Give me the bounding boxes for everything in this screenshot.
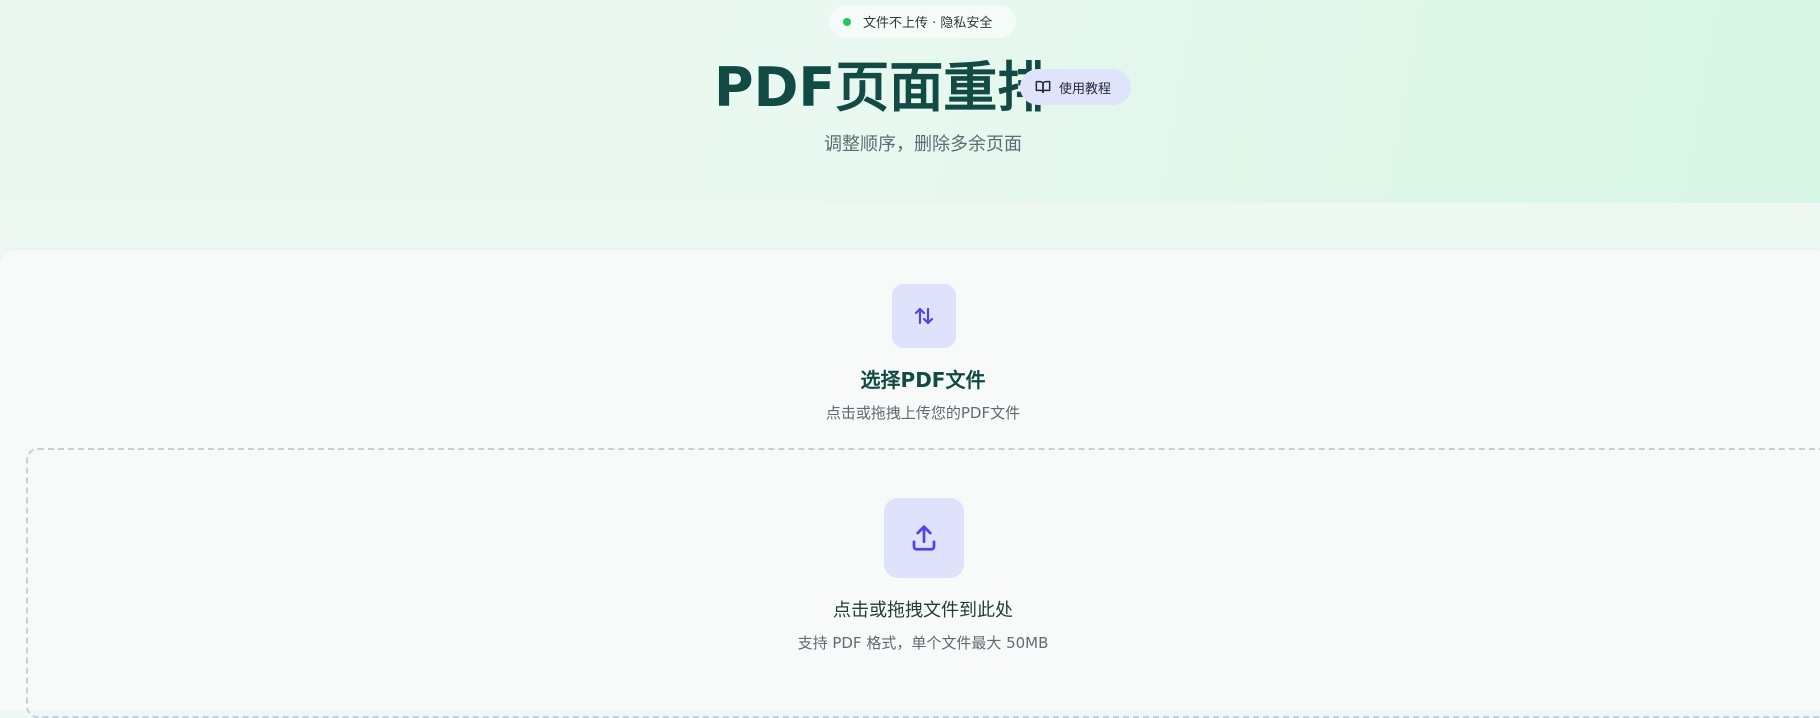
book-open-icon	[1035, 80, 1051, 94]
reorder-icon-box	[892, 284, 956, 348]
upload-icon	[912, 525, 936, 551]
dropzone-hint: 支持 PDF 格式，单个文件最大 50MB	[797, 634, 1049, 652]
tutorial-button-label: 使用教程	[1059, 81, 1112, 97]
page-subtitle: 调整顺序，删除多余页面	[824, 134, 1022, 155]
select-pdf-title: 选择PDF文件	[860, 368, 986, 392]
upload-icon-box[interactable]	[884, 498, 964, 578]
tutorial-button[interactable]: 使用教程	[1020, 69, 1131, 105]
status-dot-icon	[843, 17, 851, 26]
select-pdf-subtitle: 点击或拖拽上传您的PDF文件	[825, 404, 1021, 422]
file-dropzone[interactable]	[26, 448, 1820, 718]
dropzone-title: 点击或拖拽文件到此处	[833, 600, 1013, 621]
privacy-badge: 文件不上传 · 隐私安全	[829, 5, 1016, 38]
arrows-up-down-icon	[914, 307, 934, 325]
hero-band	[0, 203, 1820, 251]
privacy-badge-label: 文件不上传 · 隐私安全	[863, 16, 993, 31]
page-title: PDF页面重排	[714, 56, 1052, 119]
